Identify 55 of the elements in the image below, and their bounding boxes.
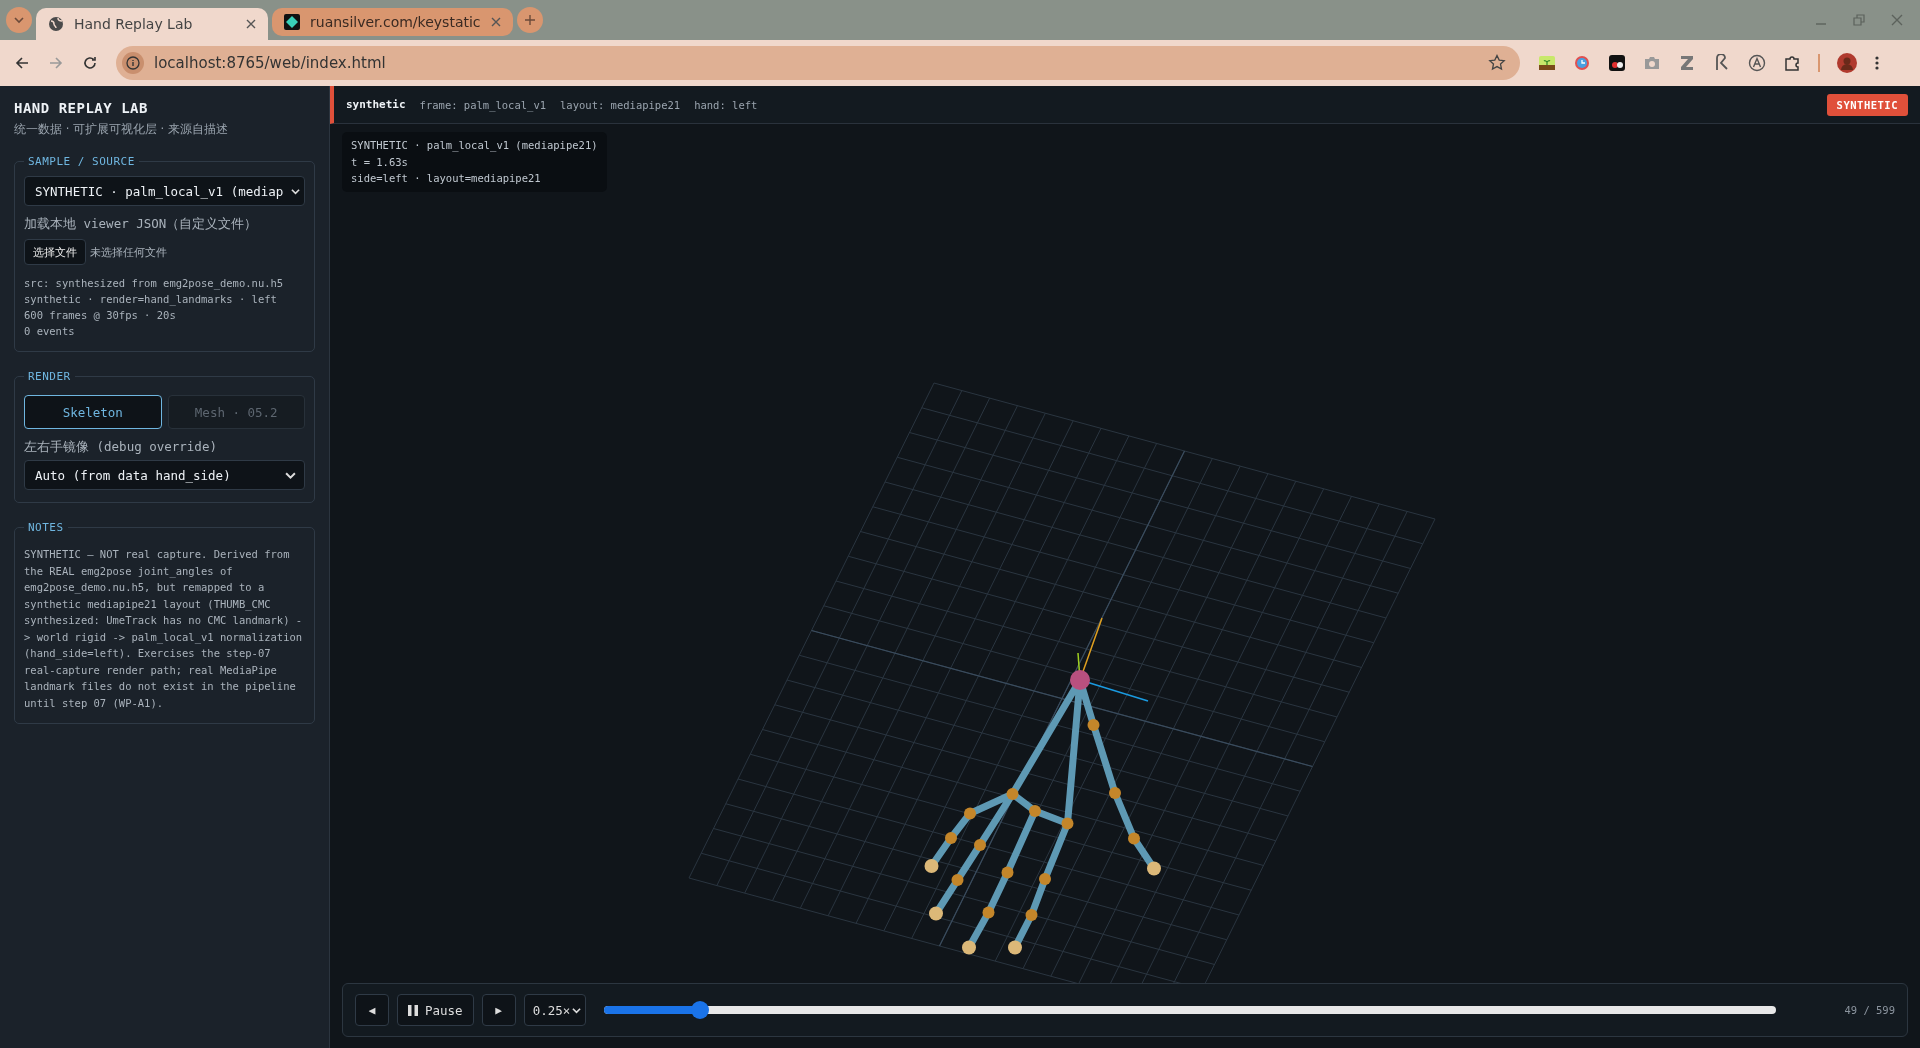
info-icon[interactable] [122,52,144,74]
star-icon[interactable] [1488,54,1506,72]
diamond-icon [284,14,300,30]
plant-pot-icon[interactable] [1538,54,1556,72]
app-title: HAND REPLAY LAB [14,100,149,116]
previous-frame-button[interactable]: ◀ [355,994,389,1026]
plus-icon [523,14,536,26]
circle-a-icon[interactable] [1748,54,1766,72]
puzzle-icon[interactable] [1783,54,1801,72]
sample-select[interactable]: SYNTHETIC · palm_local_v1 (mediap [24,176,305,206]
z-logo-icon[interactable] [1678,54,1696,72]
address-bar[interactable]: localhost:8765/web/index.html [116,46,1520,80]
source-info-line: 0 events [24,324,76,339]
browser-tab[interactable]: ruansilver.com/keystatic [272,8,513,36]
meta-label: frame: palm_local_v1 [419,98,547,111]
source-label: synthetic [346,98,406,111]
panel-legend: SAMPLE / SOURCE [24,155,139,168]
app-subtitle: 统一数据 · 可扩展可视化层 · 来源自描述 [14,122,229,137]
notes-text: SYNTHETIC — NOT real capture. Derived from the REAL emg2pose joint_angles of emg2pose_demo.nu.h5, but remapped to a synthetic mediapipe21 layout (THUMB_CMC synthesized: UmeTrack has no CMC landmark) -> world rigid -> palm_local_v1 normalization (hand_side=left). Exercises the step-07 real-capture render path; real MediaPipe landmark files do not exist in the pipeline until step 07 (WP-A1). [24,547,304,711]
frame-counter: 49 / 599 [1843,1004,1895,1016]
overlay-line: SYNTHETIC · palm_local_v1 (mediapipe21) [351,138,598,154]
pause-icon [408,1004,418,1016]
mirror-select[interactable]: Auto (from data hand_side) [24,460,305,490]
source-info-line: 600 frames @ 30fps · 20s [24,308,177,323]
meta-label: hand: left [694,98,758,111]
mirror-label: 左右手镜像 (debug override) [24,439,218,456]
dice-icon[interactable] [1608,54,1626,72]
close-icon[interactable] [490,17,501,27]
file-status: 未选择任何文件 [90,244,167,260]
close-icon[interactable] [246,19,256,29]
next-frame-button[interactable]: ▶ [481,994,516,1026]
panel-legend: NOTES [24,521,68,534]
speed-select[interactable]: 0.25× [523,994,587,1026]
caret-icon [291,186,300,196]
chevron-down-icon [13,14,25,26]
load-label: 加载本地 viewer JSON（自定义文件） [24,216,259,233]
panel-legend: RENDER [24,370,75,383]
clock-icon[interactable] [1573,54,1591,72]
choose-file-button[interactable]: 选择文件 [24,239,86,265]
synthetic-badge: SYNTHETIC [1826,93,1908,116]
timeline-thumb[interactable] [691,1001,710,1019]
meta-label: layout: mediapipe21 [560,98,681,111]
globe-icon [48,16,64,32]
pause-button[interactable]: Pause [397,994,474,1026]
overlay-line: t = 1.63s [351,154,409,170]
avatar-icon[interactable] [1837,53,1857,73]
render-mode-button[interactable]: Skeleton [24,395,162,429]
reload-icon[interactable] [82,55,98,71]
more-icon[interactable] [1874,55,1880,71]
caret-icon [572,1005,582,1015]
source-info-line: synthetic · render=hand_landmarks · left [24,292,278,307]
browser-tab[interactable]: Hand Replay Lab [36,8,268,40]
back-icon[interactable] [14,55,30,71]
overlay-line: side=left · layout=mediapipe21 [351,171,542,186]
source-info-line: src: synthesized from emg2pose_demo.nu.h5 [24,276,285,291]
